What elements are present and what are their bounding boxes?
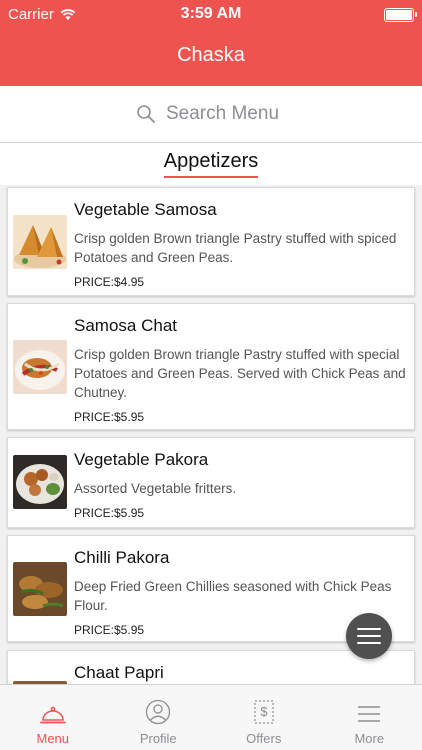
menu-item-card[interactable]: Vegetable Pakora Assorted Vegetable frit… — [7, 437, 415, 528]
tab-offers[interactable]: $ Offers — [211, 685, 317, 750]
menu-item-card[interactable]: Vegetable Samosa Crisp golden Brown tria… — [7, 187, 415, 296]
menu-item-text: Chaat Papri — [74, 663, 406, 683]
battery-icon — [384, 8, 417, 22]
tab-more-label: More — [354, 731, 385, 746]
menu-item-description: Crisp golden Brown triangle Pastry stuff… — [74, 231, 397, 265]
menu-item-name: Samosa Chat — [74, 316, 177, 335]
floating-menu-button[interactable] — [346, 613, 392, 659]
more-icon — [358, 706, 381, 722]
menu-item-card[interactable]: Chaat Papri — [7, 650, 415, 684]
top-bar: Carrier 3:59 AM Chaska — [0, 0, 422, 86]
hamburger-icon-line — [357, 628, 381, 630]
tab-offers-label: Offers — [246, 731, 282, 746]
cloche-icon — [39, 706, 66, 724]
section-header: Appetizers — [0, 143, 422, 185]
menu-item-name: Chilli Pakora — [74, 548, 170, 567]
hamburger-icon-line — [357, 635, 381, 637]
menu-item-name: Chaat Papri — [74, 663, 164, 682]
samosa-thumbnail — [13, 215, 67, 269]
menu-item-text: Vegetable Samosa Crisp golden Brown tria… — [74, 200, 406, 289]
menu-item-name: Vegetable Pakora — [74, 450, 209, 469]
menu-item-description: Crisp golden Brown triangle Pastry stuff… — [74, 347, 406, 400]
search-input[interactable] — [166, 103, 286, 125]
menu-item-price: PRICE:$4.95 — [74, 275, 145, 289]
menu-item-price: PRICE:$5.95 — [74, 410, 145, 424]
search-bar[interactable] — [0, 86, 422, 143]
menu-list[interactable]: Vegetable Samosa Crisp golden Brown tria… — [0, 185, 422, 684]
offers-icon: $ — [254, 700, 274, 724]
hamburger-icon-line — [357, 642, 381, 644]
app-title: Chaska — [177, 44, 245, 66]
tab-bar: Menu Profile $ Offers More — [0, 684, 422, 750]
menu-item-description: Assorted Vegetable fritters. — [74, 481, 237, 496]
tab-menu-label: Menu — [36, 731, 70, 746]
tab-profile-label: Profile — [139, 731, 177, 746]
profile-icon — [146, 699, 171, 725]
samosa-chat-thumbnail — [13, 340, 67, 394]
tab-profile[interactable]: Profile — [106, 685, 212, 750]
menu-item-name: Vegetable Samosa — [74, 200, 217, 219]
menu-item-text: Vegetable Pakora Assorted Vegetable frit… — [74, 450, 406, 520]
chilli-pakora-thumbnail — [13, 562, 67, 616]
status-time: 3:59 AM — [180, 5, 242, 22]
vegetable-pakora-thumbnail — [13, 455, 67, 509]
section-title-appetizers[interactable]: Appetizers — [163, 150, 259, 178]
menu-item-card[interactable]: Samosa Chat Crisp golden Brown triangle … — [7, 303, 415, 430]
svg-text:$: $ — [260, 704, 268, 719]
tab-menu[interactable]: Menu — [0, 685, 106, 750]
menu-item-text: Samosa Chat Crisp golden Brown triangle … — [74, 316, 406, 424]
search-icon — [137, 105, 155, 123]
tab-more[interactable]: More — [317, 685, 422, 750]
status-bar: Carrier 3:59 AM — [0, 0, 422, 30]
menu-item-price: PRICE:$5.95 — [74, 506, 145, 520]
menu-item-description: Deep Fried Green Chillies seasoned with … — [74, 579, 392, 613]
